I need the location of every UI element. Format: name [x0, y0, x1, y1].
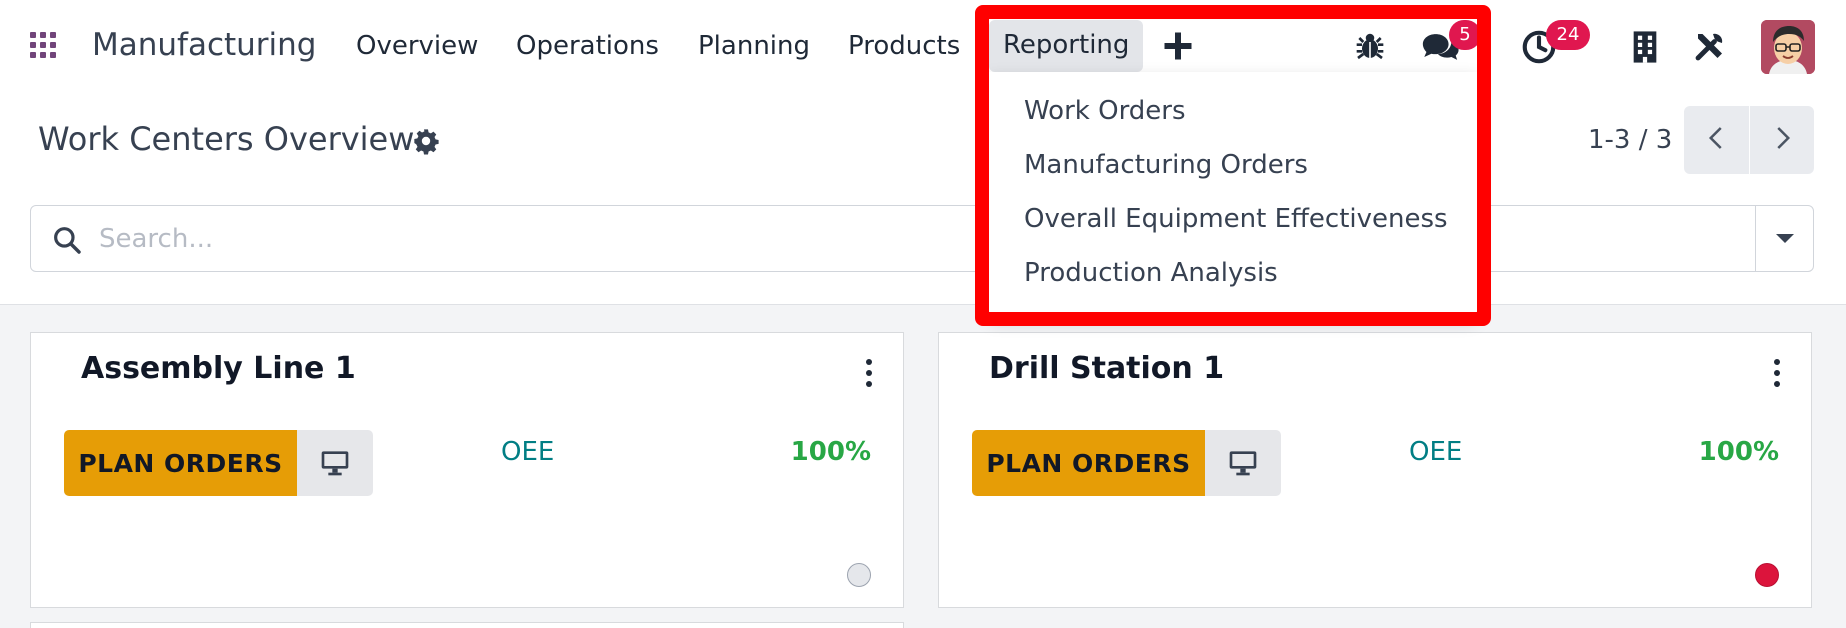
menu-overview[interactable]: Overview: [356, 31, 478, 61]
app-brand[interactable]: Manufacturing: [92, 27, 316, 63]
plan-orders-button[interactable]: PLAN ORDERS: [64, 430, 297, 496]
monitor-icon: [319, 446, 351, 481]
dropdown-item-production-analysis[interactable]: Production Analysis: [1024, 258, 1278, 288]
oee-value[interactable]: 100%: [791, 437, 871, 467]
pager-next-button[interactable]: [1750, 106, 1814, 174]
gear-icon[interactable]: [412, 127, 440, 155]
messages-count-badge: 5: [1449, 20, 1481, 50]
dropdown-item-manufacturing-orders[interactable]: Manufacturing Orders: [1024, 150, 1308, 180]
workcenter-name[interactable]: Assembly Line 1: [81, 351, 356, 386]
menu-operations[interactable]: Operations: [516, 31, 659, 61]
bug-icon[interactable]: [1354, 30, 1386, 62]
workcenter-card[interactable]: Drill Station 1 PLAN ORDERS OEE 100%: [938, 332, 1812, 608]
search-icon: [51, 224, 83, 256]
work-orders-monitor-button[interactable]: [1205, 430, 1281, 496]
main-navbar: Manufacturing Overview Operations Planni…: [0, 0, 1846, 92]
chevron-left-icon: [1702, 123, 1732, 157]
activities-count-badge: 24: [1546, 20, 1590, 50]
dropdown-item-work-orders[interactable]: Work Orders: [1024, 96, 1186, 126]
reporting-dropdown-menu: Work Orders Manufacturing Orders Overall…: [989, 72, 1477, 316]
settings-tools-icon[interactable]: [1692, 28, 1728, 64]
caret-down-icon: [1775, 234, 1794, 243]
plus-icon[interactable]: [1160, 28, 1196, 64]
menu-planning[interactable]: Planning: [698, 31, 810, 61]
company-building-icon[interactable]: [1630, 30, 1660, 64]
search-options-toggle[interactable]: [1755, 206, 1813, 271]
menu-reporting[interactable]: Reporting: [989, 20, 1144, 72]
app-menu-icon[interactable]: [30, 32, 58, 60]
workcenter-status-dot: [1755, 563, 1779, 587]
workcenter-name[interactable]: Drill Station 1: [989, 351, 1224, 386]
menu-products[interactable]: Products: [848, 31, 960, 61]
user-avatar[interactable]: [1761, 20, 1815, 74]
page-title: Work Centers Overview: [38, 120, 415, 158]
oee-value[interactable]: 100%: [1699, 437, 1779, 467]
pager-value[interactable]: 1-3 / 3: [1588, 125, 1672, 155]
card-menu-icon[interactable]: [1771, 359, 1783, 387]
plan-orders-button[interactable]: PLAN ORDERS: [972, 430, 1205, 496]
workcenter-card-partial: [30, 622, 904, 628]
workcenter-card[interactable]: Assembly Line 1 PLAN ORDERS OEE 100%: [30, 332, 904, 608]
dropdown-item-overall-equipment-effectiveness[interactable]: Overall Equipment Effectiveness: [1024, 204, 1448, 234]
work-orders-monitor-button[interactable]: [297, 430, 373, 496]
oee-label[interactable]: OEE: [1409, 437, 1462, 467]
search-bar: [30, 205, 1814, 272]
workcenter-status-dot: [847, 563, 871, 587]
pager-previous-button[interactable]: [1684, 106, 1750, 174]
monitor-icon: [1227, 446, 1259, 481]
card-menu-icon[interactable]: [863, 359, 875, 387]
chevron-right-icon: [1767, 123, 1797, 157]
oee-label[interactable]: OEE: [501, 437, 554, 467]
